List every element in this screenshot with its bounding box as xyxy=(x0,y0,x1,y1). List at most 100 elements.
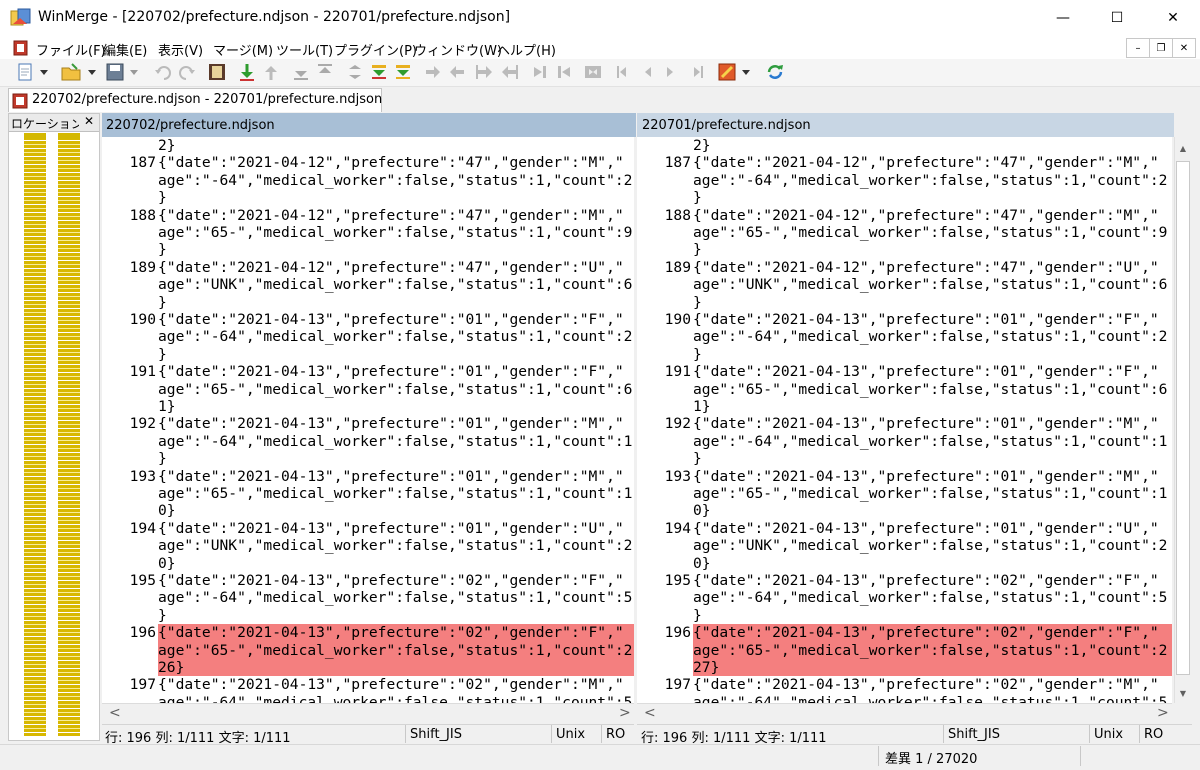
bottom-status-bar xyxy=(0,744,1200,770)
left-status-eol: Unix xyxy=(556,727,586,742)
save-icon[interactable] xyxy=(104,61,126,83)
mdi-close-button[interactable]: ✕ xyxy=(1172,38,1196,58)
code-line: } xyxy=(693,293,702,311)
window-maximize-button[interactable]: ☐ xyxy=(1090,0,1144,36)
window-close-button[interactable]: ✕ xyxy=(1146,0,1200,36)
code-line: {"date":"2021-04-13","prefecture":"01","… xyxy=(693,415,1159,433)
line-number: 187 xyxy=(664,154,691,172)
code-line: {"date":"2021-04-13","prefecture":"01","… xyxy=(158,363,624,381)
code-line: age":"-64","medical_worker":false,"statu… xyxy=(158,432,633,450)
film-strip-icon[interactable] xyxy=(206,61,228,83)
status-divider xyxy=(405,725,406,743)
copy-left-advance-icon[interactable] xyxy=(498,61,520,83)
prev-conflict-icon[interactable] xyxy=(368,61,390,83)
right-scroll-right-button[interactable]: > xyxy=(1157,705,1169,721)
line-number: 188 xyxy=(664,206,691,224)
code-line: } xyxy=(693,606,702,624)
close-icon: ✕ xyxy=(1179,42,1189,54)
code-line: } xyxy=(693,345,702,363)
vertical-scroll-thumb[interactable] xyxy=(1176,161,1190,675)
last-diff-icon[interactable] xyxy=(314,61,336,83)
new-file-dropdown-icon[interactable] xyxy=(38,61,50,83)
save-dropdown-icon[interactable] xyxy=(128,61,140,83)
open-folder-icon[interactable] xyxy=(60,61,82,83)
left-text-pane[interactable]: 2} 187 {"date":"2021-04-12","prefecture":"… xyxy=(102,137,634,703)
line-number: 187 xyxy=(129,154,156,172)
mdi-minimize-button[interactable]: – xyxy=(1126,38,1150,58)
code-line: age":"-64","medical_worker":false,"statu… xyxy=(693,432,1168,450)
right-scroll-left-button[interactable]: < xyxy=(644,705,656,721)
current-diff-icon[interactable] xyxy=(344,61,366,83)
status-divider xyxy=(943,725,944,743)
tools-dropdown-icon[interactable] xyxy=(740,61,752,83)
code-line: age":"65-","medical_worker":false,"statu… xyxy=(158,641,633,659)
tools-settings-icon[interactable] xyxy=(716,61,738,83)
right-pane-filename: 220701/prefecture.ndjson xyxy=(642,118,811,133)
code-line: age":"65-","medical_worker":false,"statu… xyxy=(693,641,1168,659)
line-number: 196 xyxy=(129,624,156,642)
location-pane[interactable] xyxy=(8,113,100,741)
copy-right-advance-icon[interactable] xyxy=(474,61,496,83)
menu-help[interactable]: ヘルプ(H) xyxy=(497,40,556,59)
right-horizontal-scrollbar[interactable] xyxy=(637,703,1172,723)
diff-highlight xyxy=(693,659,1172,677)
code-line: {"date":"2021-04-12","prefecture":"47","… xyxy=(158,154,624,172)
status-divider xyxy=(878,746,879,766)
location-pane-close-button[interactable]: ✕ xyxy=(84,114,94,128)
left-scroll-left-button[interactable]: < xyxy=(109,705,121,721)
copy-all-left-icon[interactable] xyxy=(554,61,576,83)
code-line: age":"65-","medical_worker":false,"statu… xyxy=(693,485,1168,502)
menu-edit[interactable]: 編集(E) xyxy=(103,40,147,59)
code-line: age":"-64","medical_worker":false,"statu… xyxy=(158,328,633,346)
code-line: {"date":"2021-04-13","prefecture":"01","… xyxy=(158,311,624,328)
prev-diff-up-icon[interactable] xyxy=(260,61,282,83)
left-horizontal-scrollbar[interactable] xyxy=(102,703,634,723)
menu-file[interactable]: ファイル(F) xyxy=(36,40,106,59)
down-arrow-icon: ▼ xyxy=(1179,688,1187,698)
merge-all-icon[interactable] xyxy=(582,61,604,83)
code-line: {"date":"2021-04-13","prefecture":"02","… xyxy=(693,624,1159,642)
open-dropdown-icon[interactable] xyxy=(86,61,98,83)
copy-all-right-icon[interactable] xyxy=(528,61,550,83)
code-line: 0} xyxy=(693,502,711,520)
location-bar-left[interactable] xyxy=(24,133,46,736)
line-number: 193 xyxy=(664,467,691,485)
menu-window[interactable]: ウィンドウ(W) xyxy=(414,40,502,59)
right-text-pane[interactable]: 2} 187 {"date":"2021-04-12","prefecture":"… xyxy=(637,137,1172,703)
left-scroll-right-button[interactable]: > xyxy=(619,705,631,721)
new-file-icon[interactable] xyxy=(14,61,36,83)
scroll-up-button[interactable]: ▲ xyxy=(1176,139,1190,157)
prev-page-icon[interactable] xyxy=(636,61,658,83)
line-number: 197 xyxy=(664,676,691,694)
location-bar-right[interactable] xyxy=(58,133,80,736)
line-number: 188 xyxy=(129,206,156,224)
window-minimize-button[interactable]: — xyxy=(1036,0,1090,36)
line-number: 191 xyxy=(664,363,691,381)
first-line-icon[interactable] xyxy=(612,61,634,83)
next-page-icon[interactable] xyxy=(660,61,682,83)
menu-plugins[interactable]: プラグイン(P) xyxy=(334,40,417,59)
first-diff-icon[interactable] xyxy=(290,61,312,83)
status-divider xyxy=(551,725,552,743)
scroll-down-button[interactable]: ▼ xyxy=(1176,684,1190,702)
location-bar-right-top xyxy=(58,133,80,139)
mdi-restore-button[interactable]: ❐ xyxy=(1149,38,1173,58)
undo-icon[interactable] xyxy=(152,61,174,83)
code-line: age":"-64","medical_worker":false,"statu… xyxy=(158,589,633,607)
menu-view[interactable]: 表示(V) xyxy=(158,40,203,59)
code-line: age":"-64","medical_worker":false,"statu… xyxy=(693,693,1168,703)
code-line: {"date":"2021-04-13","prefecture":"01","… xyxy=(693,363,1159,381)
next-conflict-icon[interactable] xyxy=(392,61,414,83)
copy-left-icon[interactable] xyxy=(446,61,468,83)
last-line-icon[interactable] xyxy=(686,61,708,83)
menu-tools[interactable]: ツール(T) xyxy=(276,40,333,59)
line-number: 195 xyxy=(664,572,691,589)
code-line: age":"65-","medical_worker":false,"statu… xyxy=(158,224,633,241)
code-line: {"date":"2021-04-12","prefecture":"47","… xyxy=(693,154,1159,172)
redo-icon[interactable] xyxy=(176,61,198,83)
menu-merge[interactable]: マージ(M) xyxy=(213,40,273,59)
refresh-icon[interactable] xyxy=(764,61,786,83)
code-line: 0} xyxy=(158,502,176,520)
copy-right-icon[interactable] xyxy=(422,61,444,83)
next-diff-down-icon[interactable] xyxy=(236,61,258,83)
